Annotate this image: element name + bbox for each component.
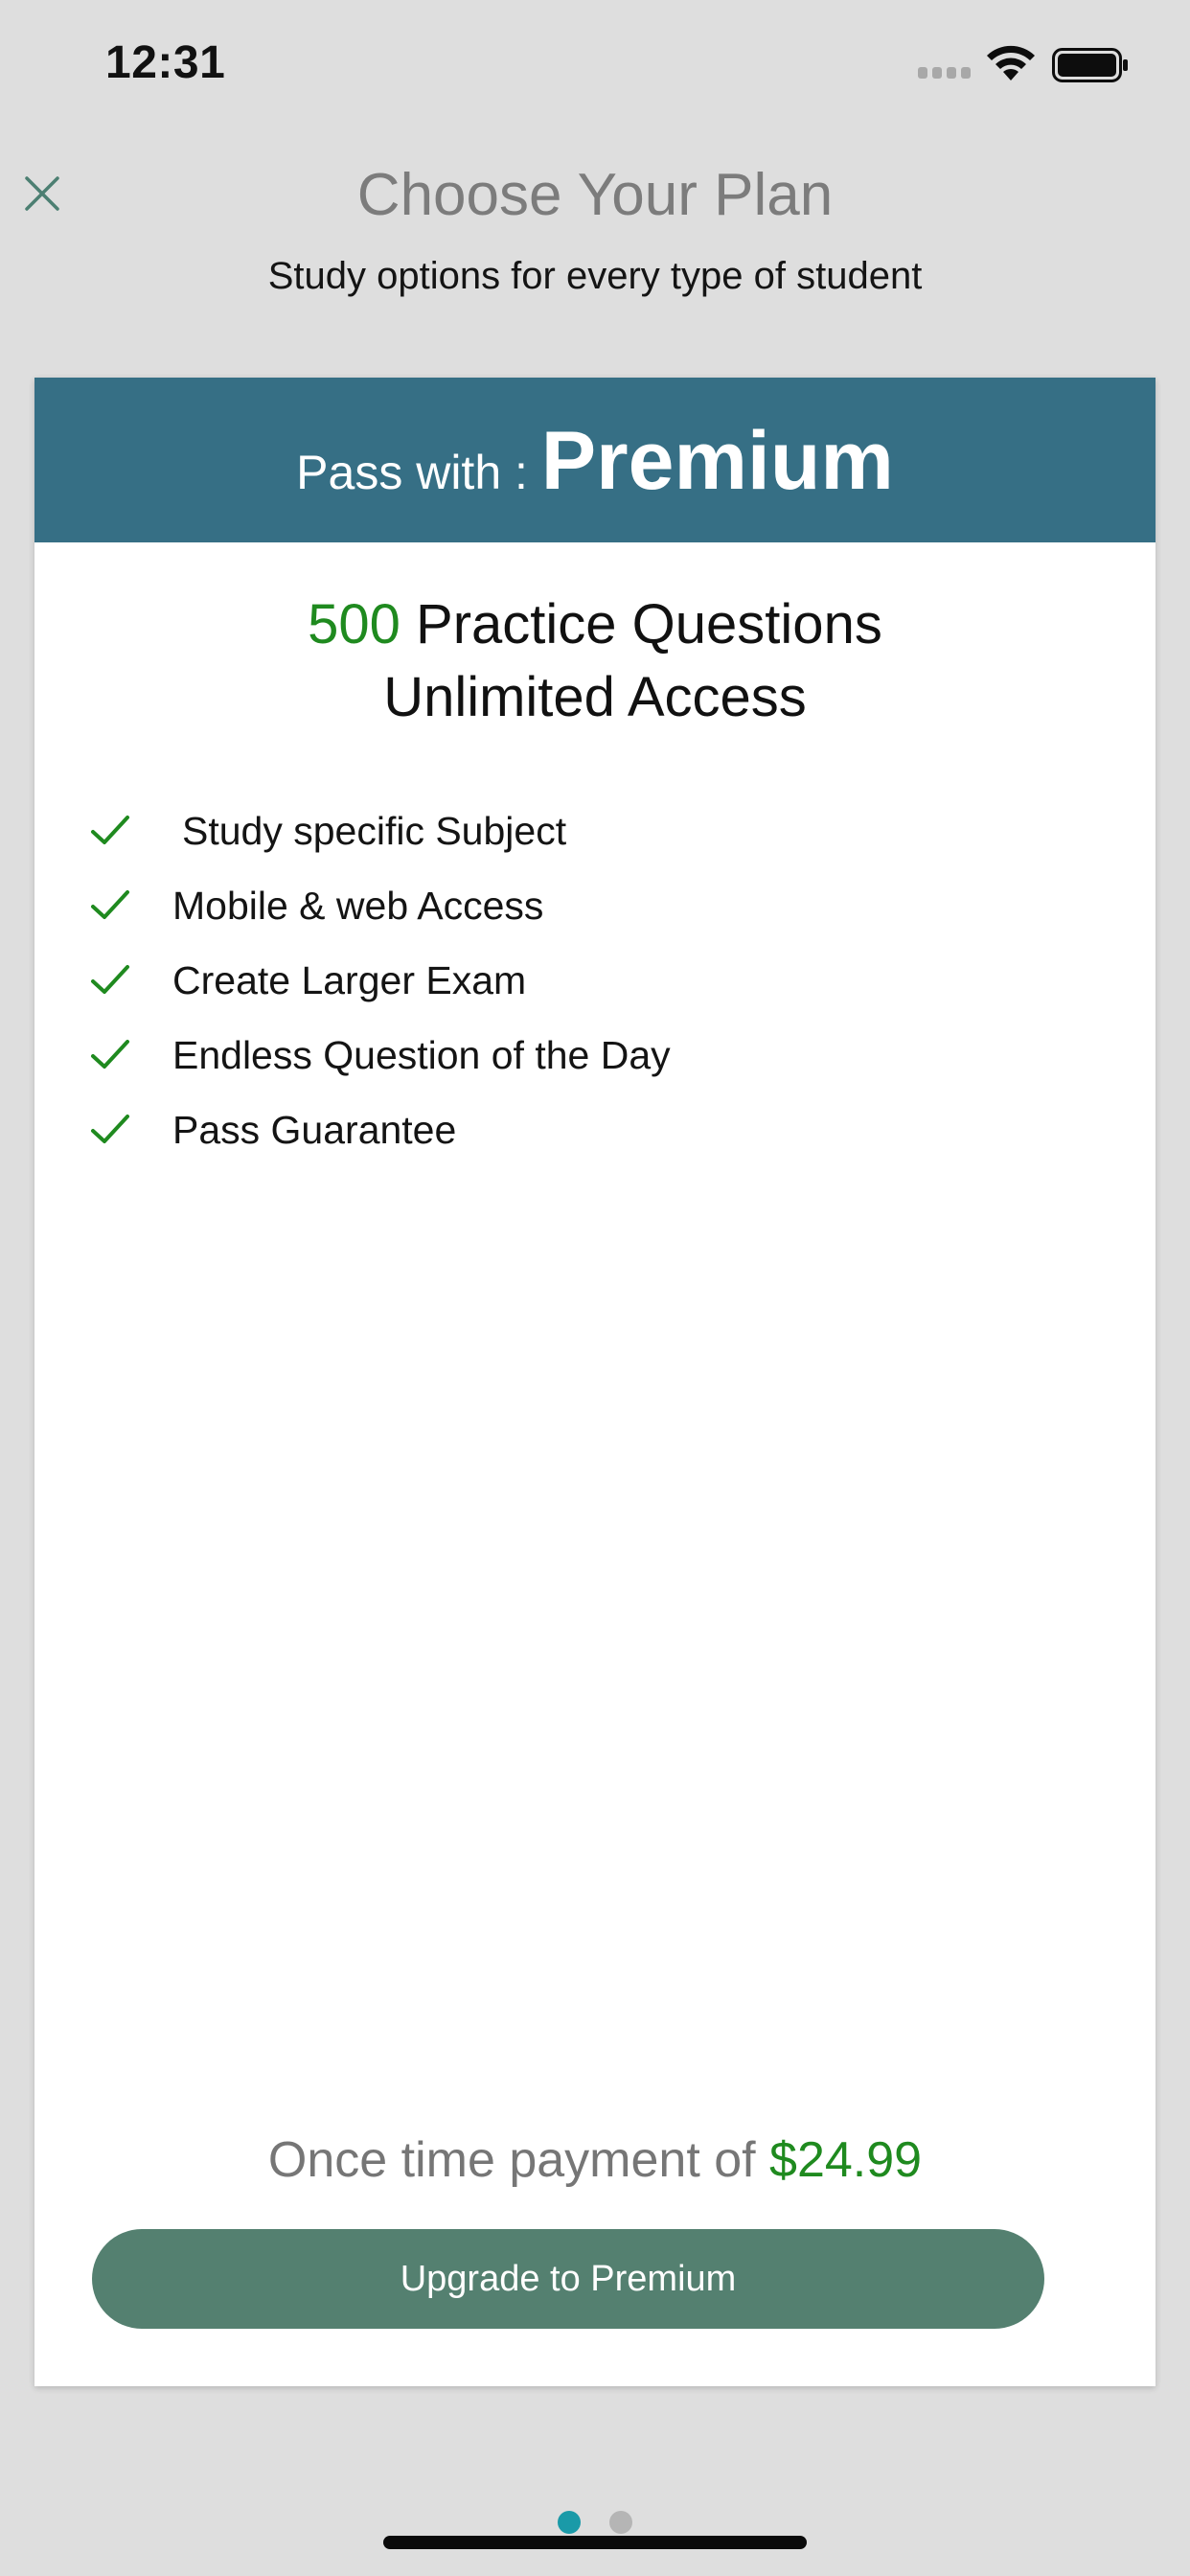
feature-item: Endless Question of the Day <box>34 1029 1156 1096</box>
status-time: 12:31 <box>105 37 226 88</box>
home-indicator[interactable] <box>383 2536 807 2549</box>
question-count: 500 <box>308 593 400 656</box>
price-amount: $24.99 <box>769 2132 923 2188</box>
page-title: Choose Your Plan <box>356 162 834 228</box>
page-subtitle: Study options for every type of student <box>267 255 923 297</box>
wifi-icon <box>987 45 1035 80</box>
plan-card-header: Pass with : Premium <box>34 378 1156 542</box>
plan-headline: 500 Practice Questions Unlimited Access <box>34 588 1156 734</box>
status-bar: 12:31 <box>0 0 1190 126</box>
feature-label: Create Larger Exam <box>172 958 527 1002</box>
checkmark-icon <box>91 1115 129 1143</box>
headline-access: Unlimited Access <box>383 666 807 728</box>
feature-item: Study specific Subject <box>34 805 1156 872</box>
feature-label: Pass Guarantee <box>172 1108 457 1152</box>
checkmark-icon <box>91 890 129 919</box>
feature-item: Create Larger Exam <box>34 954 1156 1022</box>
feature-label: Endless Question of the Day <box>172 1033 671 1077</box>
page-indicator[interactable] <box>0 2511 1190 2536</box>
cellular-signal-icon <box>918 67 973 80</box>
plan-header-prefix: Pass with : <box>296 446 541 499</box>
upgrade-to-premium-button[interactable]: Upgrade to Premium <box>92 2229 1044 2329</box>
checkmark-icon <box>91 1040 129 1069</box>
feature-label: Study specific Subject <box>182 809 567 853</box>
headline-text: Practice Questions <box>400 593 882 656</box>
feature-item: Pass Guarantee <box>34 1104 1156 1171</box>
feature-label: Mobile & web Access <box>172 884 544 928</box>
premium-plan-card: Pass with : Premium 500 Practice Questio… <box>34 378 1156 2386</box>
checkmark-icon <box>91 965 129 994</box>
price-line: Once time payment of $24.99 <box>34 2131 1156 2189</box>
battery-icon <box>1052 48 1128 82</box>
price-prefix: Once time payment of <box>267 2132 770 2188</box>
feature-item: Mobile & web Access <box>34 880 1156 947</box>
plan-name: Premium <box>540 415 894 507</box>
page-dot[interactable] <box>609 2511 632 2534</box>
checkmark-icon <box>91 816 129 844</box>
page-dot-active[interactable] <box>558 2511 581 2534</box>
